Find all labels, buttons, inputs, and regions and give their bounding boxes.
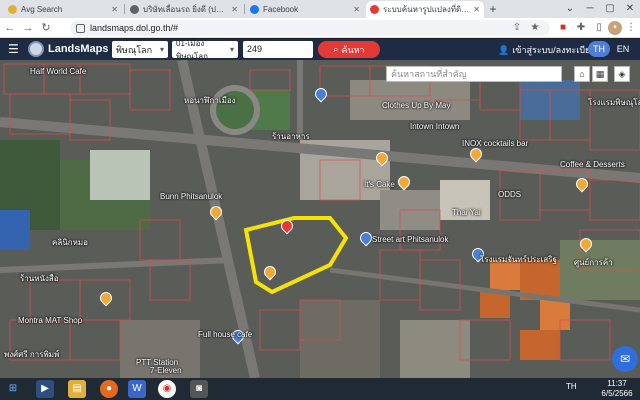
tab-divider [244, 4, 245, 14]
minimize-icon[interactable]: ─ [580, 0, 600, 18]
app-brand: LandsMaps [48, 43, 109, 55]
input-language[interactable]: TH [566, 382, 577, 391]
search-button-label: ค้นหา [341, 44, 365, 55]
map-label: โรงแรมพิษณุโลก [588, 98, 640, 107]
map-label: โรงแรมจันทร์ประเสริฐ [480, 255, 557, 264]
extension-icon[interactable]: ■ [556, 21, 570, 35]
location-pin-icon [370, 5, 379, 14]
browser-tab-facebook[interactable]: Facebook ✕ [246, 1, 364, 18]
home-icon[interactable]: ⌂ [574, 66, 590, 82]
satellite-map[interactable]: Half World Cafe หอนาฬิกาเมือง Clothes Up… [0, 60, 640, 378]
district-select[interactable]: 01-เมืองพิษณุโลก ▾ [172, 39, 238, 61]
map-label: Montra MAT Shop [18, 316, 83, 325]
tab-title: Facebook [263, 5, 299, 14]
new-tab-button[interactable]: + [486, 2, 500, 16]
close-icon[interactable]: ✕ [353, 5, 360, 14]
windows-start-icon[interactable]: ⊞ [4, 380, 22, 398]
reload-icon[interactable]: ↻ [38, 20, 54, 36]
map-label: ศูนย์การค้า [574, 258, 613, 267]
map-label: หอนาฬิกาเมือง [184, 96, 236, 105]
sidebar-icon[interactable]: ▯ [592, 21, 606, 35]
url-text: landsmaps.dol.go.th/# [90, 23, 179, 33]
forward-icon[interactable]: → [20, 20, 36, 36]
clock-date: 6/5/2566 [601, 389, 633, 398]
map-label: 7-Eleven [150, 366, 182, 375]
map-label: Street art Phitsanulok [372, 235, 449, 244]
chat-icon[interactable]: ✉ [612, 346, 638, 372]
browser-tab-company[interactable]: บริษัทเลื่อนรถ ยิ่งดี (ประเทศไทย) จำกัด … [126, 1, 242, 18]
map-label: It's Cake [364, 180, 395, 189]
facebook-icon [250, 5, 259, 14]
file-explorer-icon[interactable]: ▤ [68, 380, 86, 398]
user-icon: 👤 [498, 44, 510, 55]
tab-search-icon[interactable]: ⌄ [560, 0, 580, 18]
clock-time: 11:37 [607, 379, 627, 388]
camera-icon[interactable]: ◙ [190, 380, 208, 398]
layers-icon[interactable]: ◈ [614, 66, 630, 82]
system-clock[interactable]: 11:37 6/5/2566 [598, 379, 636, 399]
close-icon[interactable]: ✕ [111, 5, 118, 14]
chevron-down-icon: ▾ [159, 45, 164, 54]
map-label: ร้านหนังสือ [20, 274, 59, 283]
parcel-number-input[interactable]: 249 [243, 41, 313, 58]
window-close-icon[interactable]: ✕ [620, 0, 640, 18]
chevron-down-icon: ▾ [229, 45, 234, 54]
windows-taskbar: ⊞ ▶ ▤ ● W ◉ ◙ TH 11:37 6/5/2566 [0, 378, 640, 400]
tab-title: ระบบค้นหารูปแปลงที่ดิน (LandsMaps) [383, 5, 469, 14]
tab-favicon-icon [8, 5, 17, 14]
map-label: Clothes Up By May [382, 101, 451, 110]
map-label: Full house cafe [198, 330, 253, 339]
browser-toolbar: ← → ↻ landsmaps.dol.go.th/# ⇪ ★ ■ ✚ ▯ • … [0, 18, 640, 38]
lock-icon [76, 23, 85, 33]
map-label: Thai Yai [452, 208, 481, 217]
map-label: Intown Intown [410, 122, 460, 131]
share-icon[interactable]: ⇪ [510, 21, 524, 35]
chrome-icon[interactable]: ◉ [158, 380, 176, 398]
map-label: INOX cocktails bar [462, 139, 529, 148]
map-imagery [0, 60, 640, 378]
browser-tab-avg-search[interactable]: Avg Search ✕ [4, 1, 122, 18]
word-icon[interactable]: W [128, 380, 146, 398]
menu-kebab-icon[interactable]: ⋮ [624, 21, 638, 35]
app-header: ☰ LandsMaps พิษณุโลก ▾ 01-เมืองพิษณุโลก … [0, 39, 640, 61]
back-icon[interactable]: ← [2, 20, 18, 36]
language-en-button[interactable]: EN [612, 41, 634, 57]
login-label: เข้าสู่ระบบ/ลงทะเบียน [512, 45, 597, 55]
district-value: 01-เมืองพิษณุโลก [176, 38, 209, 61]
map-label: Half World Cafe [30, 67, 87, 76]
tab-title: Avg Search [21, 5, 63, 14]
maximize-icon[interactable]: ▢ [600, 0, 620, 18]
tab-divider [124, 4, 125, 14]
close-icon[interactable]: ✕ [473, 5, 480, 14]
map-label: Coffee & Desserts [560, 160, 625, 169]
media-player-icon[interactable]: ▶ [36, 380, 54, 398]
tab-favicon-icon [130, 5, 139, 14]
browser-tab-landsmaps[interactable]: ระบบค้นหารูปแปลงที่ดิน (LandsMaps) ✕ [366, 1, 484, 18]
map-label: คลินิกหมอ [52, 238, 88, 247]
search-icon: ⌕ [333, 44, 339, 54]
hamburger-menu-icon[interactable]: ☰ [8, 43, 20, 56]
login-link[interactable]: 👤 เข้าสู่ระบบ/ลงทะเบียน [498, 43, 596, 57]
language-th-button[interactable]: TH [588, 41, 610, 57]
firefox-icon[interactable]: ● [100, 380, 118, 398]
browser-tab-strip: Avg Search ✕ บริษัทเลื่อนรถ ยิ่งดี (ประเ… [0, 0, 640, 18]
address-bar[interactable]: landsmaps.dol.go.th/# [70, 20, 550, 36]
province-select[interactable]: พิษณุโลก ▾ [112, 41, 168, 58]
tab-title: บริษัทเลื่อนรถ ยิ่งดี (ประเทศไทย) จำกัด [143, 5, 228, 14]
map-place-search-input[interactable]: ค้นหาสถานที่สำคัญ [386, 66, 562, 82]
grid-icon[interactable]: ▦ [592, 66, 608, 82]
map-label: Bunn Phitsanulok [160, 192, 223, 201]
close-icon[interactable]: ✕ [231, 5, 238, 14]
bookmark-star-icon[interactable]: ★ [528, 21, 542, 35]
profile-avatar[interactable]: • [608, 21, 622, 35]
map-label: ร้านอาหาร [272, 132, 310, 141]
extensions-puzzle-icon[interactable]: ✚ [574, 21, 588, 35]
map-label: ODDS [498, 190, 522, 199]
landsmaps-logo [28, 41, 44, 57]
search-button[interactable]: ⌕ ค้นหา [318, 41, 380, 58]
map-label: พงศ์ศรี การพิมพ์ [4, 350, 60, 359]
province-value: พิษณุโลก [116, 44, 153, 55]
